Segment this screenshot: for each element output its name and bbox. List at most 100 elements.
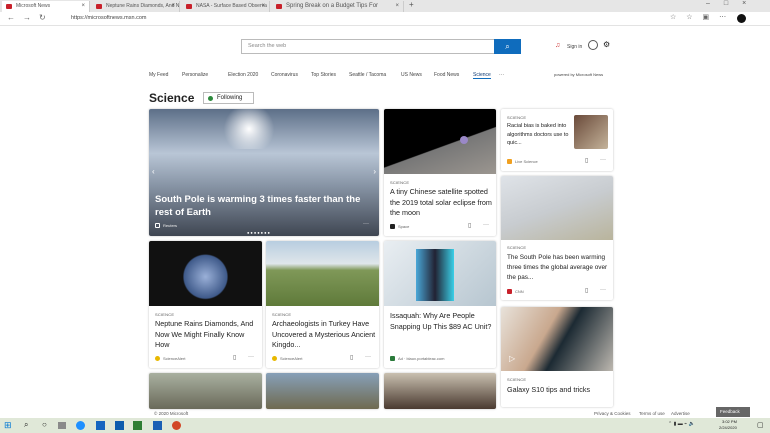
- news-card-image[interactable]: [266, 373, 379, 409]
- play-icon[interactable]: ▷: [509, 354, 515, 363]
- user-icon[interactable]: [588, 40, 598, 50]
- card-image: [266, 241, 379, 306]
- tab-neptune[interactable]: Neptune Rains Diamonds, And N ×: [92, 1, 180, 12]
- clock-time[interactable]: 3:02 PM: [722, 419, 737, 424]
- forward-icon[interactable]: →: [23, 13, 31, 22]
- terms-link[interactable]: Terms of use: [639, 411, 665, 416]
- card-headline[interactable]: The South Pole has been warming three ti…: [507, 253, 611, 283]
- news-card[interactable]: SCIENCE Archaeologists in Turkey Have Un…: [266, 241, 379, 368]
- more-options-icon[interactable]: ···: [363, 221, 369, 227]
- card-headline[interactable]: A tiny Chinese satellite spotted the 201…: [390, 187, 494, 219]
- window-controls[interactable]: –□×: [706, 0, 760, 7]
- sign-in-link[interactable]: Sign in: [567, 44, 582, 50]
- news-card-image[interactable]: [149, 373, 262, 409]
- nav-top-stories[interactable]: Top Stories: [311, 72, 336, 78]
- privacy-link[interactable]: Privacy & Cookies: [594, 411, 631, 416]
- close-icon[interactable]: ×: [261, 1, 265, 12]
- more-options-icon[interactable]: ···: [365, 354, 371, 360]
- profile-avatar[interactable]: [737, 14, 746, 23]
- carousel-next-icon[interactable]: ›: [373, 167, 376, 176]
- tab-microsoft-news[interactable]: Microsoft News ×: [2, 1, 90, 12]
- nav-election[interactable]: Election 2020: [228, 72, 258, 78]
- start-icon[interactable]: ⊞: [4, 420, 12, 431]
- nav-food-news[interactable]: Food News: [434, 72, 459, 78]
- card-source: CNN: [507, 289, 524, 295]
- settings-gear-icon[interactable]: ⚙: [603, 40, 610, 49]
- edge-icon[interactable]: [76, 421, 85, 430]
- category-nav: My Feed Personalize Election 2020 Corona…: [149, 72, 614, 82]
- nav-science[interactable]: Science: [473, 72, 491, 79]
- file-explorer-icon[interactable]: [58, 422, 66, 429]
- news-card-image[interactable]: [384, 373, 496, 409]
- powerpoint-icon[interactable]: [172, 421, 181, 430]
- close-icon[interactable]: ×: [81, 1, 85, 12]
- video-card[interactable]: ▷ SCIENCE Galaxy S10 tips and tricks: [501, 307, 613, 407]
- task-view-icon[interactable]: ○: [42, 420, 47, 429]
- card-source: ScienceAlert: [155, 356, 185, 362]
- feedback-button[interactable]: Feedback: [716, 407, 750, 417]
- hero-image: [219, 109, 279, 149]
- action-center-icon[interactable]: ▢: [757, 421, 764, 429]
- card-headline[interactable]: Galaxy S10 tips and tricks: [507, 385, 611, 396]
- save-icon[interactable]: ▯: [350, 354, 353, 361]
- search-button[interactable]: ⌕: [494, 39, 521, 54]
- save-icon[interactable]: ▯: [585, 157, 588, 164]
- tab-label: NASA - Surface Based Observa: [196, 3, 267, 9]
- tab-label: Neptune Rains Diamonds, And N: [106, 3, 180, 9]
- save-icon[interactable]: ▯: [233, 354, 236, 361]
- app-icon[interactable]: [133, 421, 142, 430]
- msn-icon: [276, 4, 282, 9]
- close-icon[interactable]: ×: [171, 1, 175, 12]
- card-headline[interactable]: Racial bias is baked into algorithms doc…: [507, 122, 571, 148]
- card-category: SCIENCE: [507, 377, 527, 382]
- search-input[interactable]: Search the web: [241, 39, 495, 54]
- store-icon[interactable]: [115, 421, 124, 430]
- nav-more[interactable]: ···: [499, 72, 504, 78]
- notification-bell-icon[interactable]: ♫: [555, 42, 560, 49]
- hero-card[interactable]: ‹ › South Pole is warming 3 times faster…: [149, 109, 379, 236]
- news-card[interactable]: SCIENCE Neptune Rains Diamonds, And Now …: [149, 241, 262, 368]
- toolbar-icons[interactable]: ☆☆▣⋯: [670, 13, 736, 21]
- nav-us-news[interactable]: US News: [401, 72, 422, 78]
- search-icon[interactable]: ⌕: [24, 420, 28, 430]
- more-options-icon[interactable]: ···: [483, 222, 489, 228]
- tab-spring-break[interactable]: Spring Break on a Budget Tips For ×: [272, 1, 404, 12]
- clock-date[interactable]: 2/24/2020: [719, 425, 737, 430]
- card-category: SCIENCE: [272, 312, 292, 317]
- news-card[interactable]: SCIENCE The South Pole has been warming …: [501, 176, 613, 300]
- system-tray-icons[interactable]: ⌃ ▮ ▬ ⌁ 🔈: [668, 421, 695, 427]
- card-headline[interactable]: Issaquah: Why Are People Snapping Up Thi…: [390, 311, 494, 332]
- tab-label: Microsoft News: [16, 3, 51, 9]
- word-icon[interactable]: [153, 421, 162, 430]
- card-source: ScienceAlert: [272, 356, 302, 362]
- nav-seattle[interactable]: Seattle / Tacoma: [349, 72, 386, 78]
- more-options-icon[interactable]: ···: [600, 157, 606, 163]
- advertise-link[interactable]: Advertise: [671, 411, 690, 416]
- new-tab-button[interactable]: +: [409, 0, 414, 9]
- card-headline[interactable]: Archaeologists in Turkey Have Uncovered …: [272, 319, 378, 351]
- url-field[interactable]: https://microsoftnews.msn.com: [55, 13, 665, 24]
- outlook-icon[interactable]: [96, 421, 105, 430]
- save-icon[interactable]: ▯: [585, 287, 588, 294]
- hero-headline[interactable]: South Pole is warming 3 times faster tha…: [155, 194, 375, 219]
- search-icon: ⌕: [505, 42, 510, 51]
- more-options-icon[interactable]: ···: [248, 354, 254, 360]
- back-icon[interactable]: ←: [7, 13, 15, 22]
- card-headline[interactable]: Neptune Rains Diamonds, And Now We Might…: [155, 319, 259, 351]
- carousel-prev-icon[interactable]: ‹: [152, 167, 155, 176]
- close-icon[interactable]: ×: [395, 1, 399, 12]
- ad-card[interactable]: Issaquah: Why Are People Snapping Up Thi…: [384, 241, 496, 368]
- nav-personalize[interactable]: Personalize: [182, 72, 208, 78]
- following-button[interactable]: Following: [203, 92, 254, 104]
- more-options-icon[interactable]: ···: [600, 287, 606, 293]
- refresh-icon[interactable]: ↻: [39, 13, 46, 22]
- tab-label: Spring Break on a Budget Tips For: [286, 3, 379, 9]
- nav-coronavirus[interactable]: Coronavirus: [271, 72, 298, 78]
- nav-my-feed[interactable]: My Feed: [149, 72, 168, 78]
- carousel-dots[interactable]: ●●●●●●●: [247, 230, 271, 235]
- news-card[interactable]: SCIENCE Racial bias is baked into algori…: [501, 109, 613, 171]
- news-card[interactable]: SCIENCE A tiny Chinese satellite spotted…: [384, 109, 496, 236]
- card-category: SCIENCE: [390, 180, 410, 185]
- save-icon[interactable]: ▯: [468, 222, 471, 229]
- tab-nasa[interactable]: NASA - Surface Based Observa ×: [182, 1, 270, 12]
